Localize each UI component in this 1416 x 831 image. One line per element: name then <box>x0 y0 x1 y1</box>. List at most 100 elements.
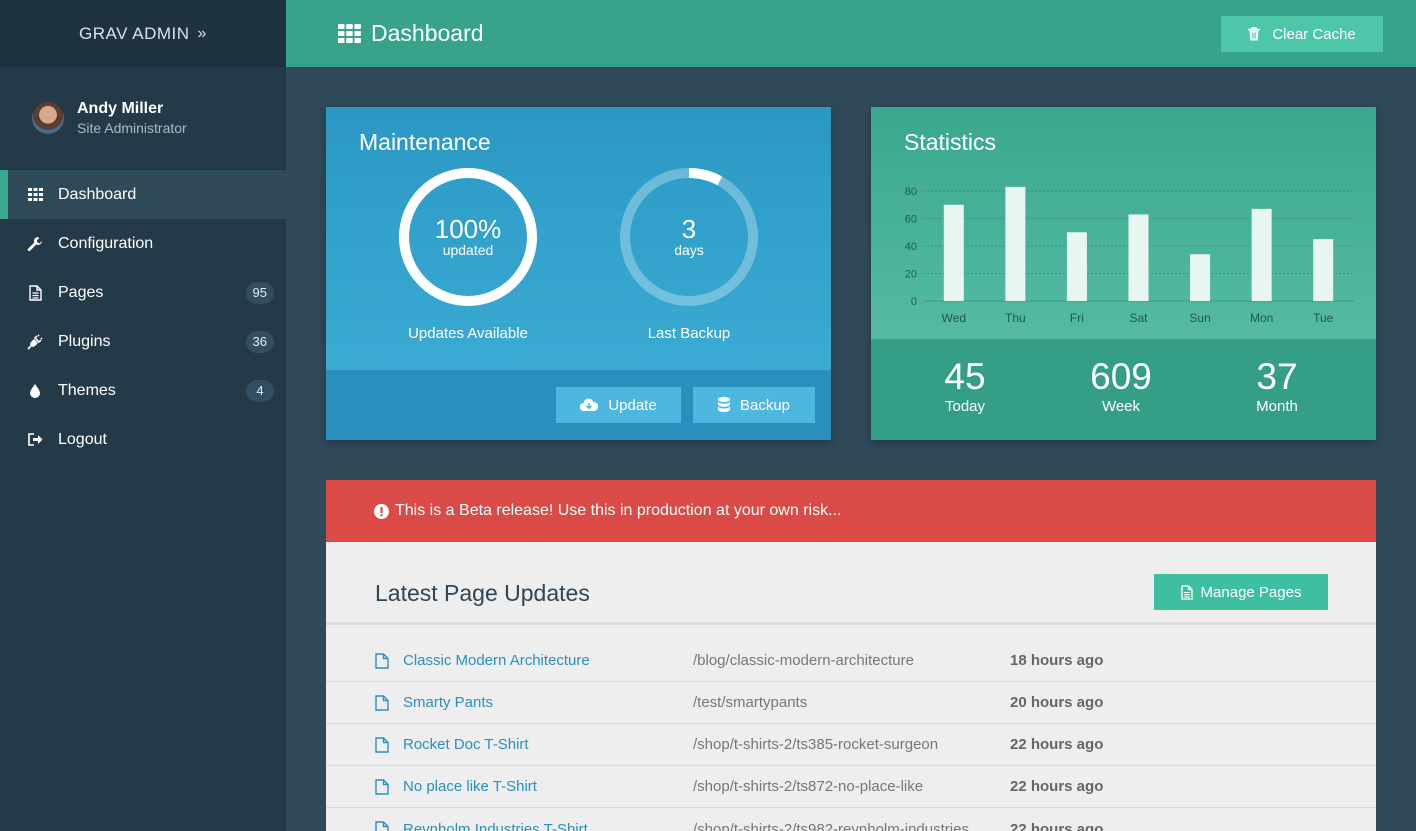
user-name: Andy Miller <box>77 100 164 117</box>
maintenance-footer: Update Backup <box>326 370 831 440</box>
updates-percent: 100% <box>434 214 502 244</box>
backup-ring: 3 days <box>619 167 759 307</box>
y-tick-label: 60 <box>905 214 917 226</box>
file-icon <box>27 284 43 301</box>
x-tick-label: Tue <box>1313 311 1334 325</box>
updates-ring: 100% updated <box>398 167 538 307</box>
page-title-text: Reynholm Industries T-Shirt <box>403 820 588 831</box>
backup-unit: days <box>674 242 704 258</box>
sidebar-item-themes[interactable]: Themes 4 <box>0 366 286 415</box>
clear-cache-label: Clear Cache <box>1272 25 1356 43</box>
sidebar-item-label: Themes <box>58 381 116 399</box>
update-label: Update <box>608 396 657 414</box>
stat-today: 45 Today <box>890 356 1040 416</box>
trash-icon <box>1248 27 1261 41</box>
page-link[interactable]: Reynholm Industries T-Shirt <box>375 821 588 831</box>
sidebar-item-logout[interactable]: Logout <box>0 415 286 464</box>
table-row: Smarty Pants/test/smartypants 20 hours ag… <box>326 682 1376 724</box>
sidebar-item-pages[interactable]: Pages 95 <box>0 268 286 317</box>
sidebar-item-configuration[interactable]: Configuration <box>0 219 286 268</box>
page-route: /shop/t-shirts-2/ts385-rocket-surgeon <box>693 736 939 753</box>
page-updated-time: 22 hours ago <box>1010 820 1104 831</box>
brand-title: GRAV ADMIN <box>79 23 190 43</box>
statistics-bar-chart: 0 20 40 60 80 Wed Thu Fri Sat Sun Mon Tue <box>905 186 1354 325</box>
header-bar: Dashboard Clear Cache <box>286 0 1416 67</box>
bar-mon <box>1251 208 1272 301</box>
page-route: /test/smartypants <box>693 694 808 711</box>
brand-bar[interactable]: GRAV ADMIN » <box>0 0 286 67</box>
bar-thu <box>1005 186 1026 301</box>
manage-pages-label: Manage Pages <box>1200 583 1302 601</box>
page-updated-time: 22 hours ago <box>1010 736 1104 753</box>
stat-month-label: Month <box>1256 398 1298 415</box>
manage-pages-button[interactable]: Manage Pages <box>1154 574 1328 610</box>
bar-tue <box>1313 239 1334 301</box>
backup-days: 3 <box>681 214 697 244</box>
updates-caption: Updates Available <box>408 325 528 342</box>
page-link[interactable]: Rocket Doc T-Shirt <box>375 736 529 753</box>
backup-button[interactable]: Backup <box>693 387 815 423</box>
sidebar-item-label: Plugins <box>58 332 111 350</box>
user-profile: Andy Miller Site Administrator <box>0 67 286 170</box>
sidebar-item-label: Logout <box>58 430 107 448</box>
page-route: /blog/classic-modern-architecture <box>693 652 914 669</box>
page-title-text: Classic Modern Architecture <box>403 652 590 669</box>
x-tick-label: Wed <box>942 311 966 325</box>
sign-out-icon <box>27 432 43 448</box>
page-title-text: Smarty Pants <box>403 694 494 711</box>
page-link[interactable]: Smarty Pants <box>375 694 493 711</box>
exclamation-circle-icon <box>374 503 389 519</box>
y-tick-label: 80 <box>905 186 917 198</box>
sidebar-item-dashboard[interactable]: Dashboard <box>0 170 286 219</box>
stat-today-value: 45 <box>944 356 986 397</box>
page-route: /shop/t-shirts-2/ts982-reynholm-industri… <box>693 820 969 831</box>
user-role: Site Administrator <box>77 120 187 136</box>
avatar <box>32 102 64 134</box>
page-title-text: No place like T-Shirt <box>403 778 537 795</box>
themes-count-badge: 4 <box>246 379 274 402</box>
beta-alert: This is a Beta release! Use this in prod… <box>326 480 1376 542</box>
statistics-chart-area: Statistics 0 20 40 60 80 Wed Thu Fri Sat Sun Mon Tu… <box>871 107 1376 339</box>
sidebar-item-plugins[interactable]: Plugins 36 <box>0 317 286 366</box>
page-title-text: Rocket Doc T-Shirt <box>403 736 529 753</box>
bar-sun <box>1190 254 1211 301</box>
sidebar: GRAV ADMIN » Andy Miller Site Administra… <box>0 0 286 831</box>
x-tick-label: Sat <box>1129 311 1148 325</box>
divider <box>326 622 1376 625</box>
bar-fri <box>1066 232 1087 301</box>
file-icon <box>375 821 396 831</box>
file-icon <box>375 694 396 711</box>
stat-month-value: 37 <box>1256 356 1298 397</box>
double-chevron-right-icon[interactable]: » <box>198 25 207 43</box>
plugins-count-badge: 36 <box>245 330 274 353</box>
y-tick-label: 0 <box>911 296 917 308</box>
page-title-text: Dashboard <box>371 20 484 46</box>
file-icon <box>1180 584 1193 600</box>
stat-week-label: Week <box>1101 398 1141 415</box>
maintenance-card: Maintenance 100% updated Updates Availab… <box>326 107 831 440</box>
stat-week: 609 Week <box>1046 356 1196 416</box>
beta-alert-text: This is a Beta release! Use this in prod… <box>395 502 842 519</box>
x-tick-label: Fri <box>1070 311 1084 325</box>
page-link[interactable]: No place like T-Shirt <box>375 778 537 795</box>
page-title: Dashboard <box>338 20 484 47</box>
sidebar-item-label: Pages <box>58 283 104 301</box>
backup-label: Backup <box>739 396 791 414</box>
y-tick-label: 40 <box>905 241 917 253</box>
sidebar-item-label: Dashboard <box>58 185 137 203</box>
stat-week-value: 609 <box>1090 356 1152 397</box>
file-icon <box>375 652 396 669</box>
page-route: /shop/t-shirts-2/ts872-no-place-like <box>693 778 924 795</box>
x-tick-label: Mon <box>1250 311 1273 325</box>
table-row: Classic Modern Architecture/blog/classic… <box>326 640 1376 682</box>
file-icon <box>375 778 396 795</box>
sidebar-nav: Dashboard Configuration Pages 95 Plugins… <box>0 170 286 464</box>
pages-count-badge: 95 <box>245 281 274 304</box>
update-button[interactable]: Update <box>556 387 681 423</box>
page-updated-time: 20 hours ago <box>1010 694 1104 711</box>
clear-cache-button[interactable]: Clear Cache <box>1221 16 1383 52</box>
grid-icon <box>338 24 361 43</box>
latest-updates-title: Latest Page Updates <box>375 580 590 606</box>
page-link[interactable]: Classic Modern Architecture <box>375 652 590 669</box>
database-icon <box>717 397 730 412</box>
